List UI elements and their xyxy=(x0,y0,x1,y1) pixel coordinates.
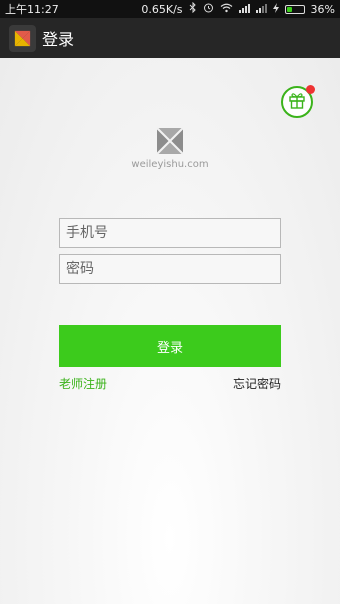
brand-logo-text: weileyishu.com xyxy=(131,159,209,170)
bluetooth-icon xyxy=(189,1,197,16)
forgot-password-link[interactable]: 忘记密码 xyxy=(233,375,281,392)
gift-icon xyxy=(288,91,306,113)
login-button[interactable]: 登录 xyxy=(59,325,281,367)
title-bar: 登录 xyxy=(0,18,340,58)
signal-icon xyxy=(238,3,250,16)
brand-logo: weileyishu.com xyxy=(120,126,220,170)
status-time: 上午11:27 xyxy=(5,3,59,16)
brand-logo-icon xyxy=(156,127,184,155)
page-title: 登录 xyxy=(42,30,75,49)
teacher-register-link[interactable]: 老师注册 xyxy=(59,375,107,392)
phone-input[interactable] xyxy=(59,218,281,248)
status-icons: 0.65K/s 36% xyxy=(141,1,335,16)
battery-percent: 36% xyxy=(310,2,335,16)
battery-icon xyxy=(284,4,305,14)
gift-button[interactable] xyxy=(281,85,315,118)
password-input[interactable] xyxy=(59,254,281,284)
notification-dot xyxy=(306,85,315,94)
status-bar: 上午11:27 0.65K/s 36% xyxy=(0,0,340,18)
alarm-icon xyxy=(203,2,214,16)
signal-icon xyxy=(255,3,267,16)
network-speed: 0.65K/s xyxy=(141,2,183,16)
charging-icon xyxy=(272,2,279,16)
login-screen: weileyishu.com 登录 老师注册 忘记密码 xyxy=(0,58,340,604)
battery-level xyxy=(286,6,293,12)
wifi-icon xyxy=(220,3,233,16)
app-logo-icon xyxy=(9,24,36,52)
